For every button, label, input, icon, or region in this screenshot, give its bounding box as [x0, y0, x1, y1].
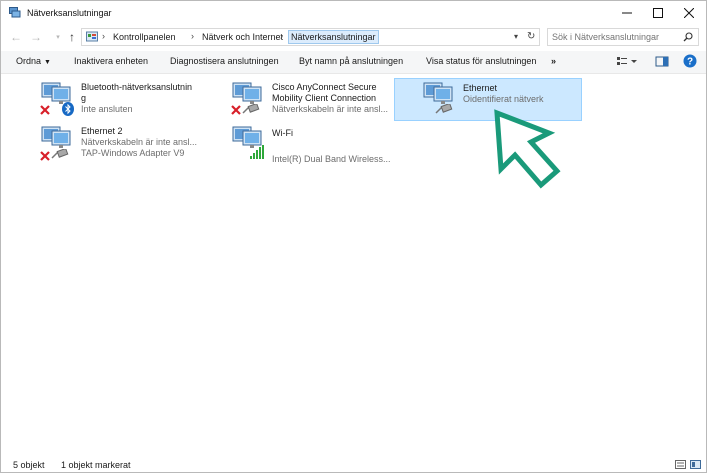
connection-bluetooth[interactable]: Bluetooth-nätverksanslutnin g Inte anslu…: [38, 81, 208, 121]
svg-text:?: ?: [687, 57, 693, 68]
maximize-button[interactable]: [642, 1, 673, 25]
address-bar[interactable]: › Kontrollpanelen › Nätverk och Internet…: [81, 28, 540, 46]
diagnose-connection-button[interactable]: Diagnostisera anslutningen: [170, 56, 279, 66]
connection-device: TAP-Windows Adapter V9: [81, 148, 185, 158]
large-icons-view-icon[interactable]: [690, 460, 701, 469]
breadcrumb-separator: ›: [280, 31, 283, 41]
up-button[interactable]: ↑: [65, 30, 79, 44]
search-icon: [683, 32, 693, 42]
arrow-right-icon: →: [30, 30, 42, 44]
back-button[interactable]: ←: [9, 30, 23, 44]
recent-locations-button[interactable]: ▾: [51, 30, 65, 44]
search-box[interactable]: [547, 28, 699, 46]
connection-status: Nätverkskabeln är inte ansl...: [81, 137, 198, 147]
connection-name: Bluetooth-nätverksanslutnin: [81, 82, 193, 92]
search-input[interactable]: [552, 30, 680, 44]
breadcrumb-control-panel[interactable]: Kontrollpanelen: [113, 32, 176, 42]
disable-device-button[interactable]: Inaktivera enheten: [74, 56, 148, 66]
arrow-left-icon: ←: [10, 30, 22, 44]
network-connections-app-icon: [9, 7, 21, 18]
connection-name: Wi-Fi: [272, 128, 293, 138]
connection-name: Cisco AnyConnect Secure: [272, 82, 377, 92]
more-commands-button[interactable]: »: [551, 56, 556, 66]
maximize-icon: [652, 8, 663, 18]
disconnected-x-icon: [231, 105, 241, 115]
navigation-row: ← → ▾ ↑ › Kontrollpanelen › Nätverk och …: [1, 25, 706, 49]
chevron-down-icon: ▾: [56, 34, 60, 41]
command-bar: Ordna ▼ Inaktivera enheten Diagnostisera …: [1, 51, 706, 74]
connection-status: Inte ansluten: [81, 104, 133, 114]
pointer-arrow-icon: [494, 109, 561, 189]
item-count: 5 objekt: [13, 460, 45, 470]
address-dropdown-icon[interactable]: ▾: [514, 32, 518, 41]
connection-name: Ethernet 2: [81, 126, 123, 136]
cable-icon: [51, 149, 69, 159]
refresh-icon[interactable]: ↻: [527, 31, 535, 42]
rename-connection-button[interactable]: Byt namn på anslutningen: [299, 56, 403, 66]
connection-status: Oidentifierat nätverk: [463, 94, 544, 104]
connection-name: Ethernet: [463, 83, 498, 93]
selected-count: 1 objekt markerat: [61, 460, 131, 470]
explorer-window: Nätverksanslutningar ← → ▾ ↑ › Kontrollp…: [0, 0, 707, 473]
organize-menu-button[interactable]: Ordna ▼: [16, 56, 51, 66]
connection-name-continued: g: [81, 93, 87, 103]
preview-pane-icon[interactable]: [655, 54, 669, 68]
change-view-icon[interactable]: [616, 54, 638, 68]
close-icon: [683, 8, 694, 18]
caret-down-icon: ▼: [44, 59, 51, 66]
close-button[interactable]: [673, 1, 704, 25]
breadcrumb-network-internet[interactable]: Nätverk och Internet: [202, 32, 283, 42]
arrow-up-icon: ↑: [69, 30, 75, 44]
connection-status: Nätverkskabeln är inte ansl...: [272, 104, 389, 114]
cable-icon: [242, 104, 260, 114]
status-bar: 5 objekt 1 objekt markerat: [1, 457, 706, 472]
window-title: Nätverksanslutningar: [27, 8, 112, 18]
details-view-icon[interactable]: [675, 460, 686, 469]
connection-wifi[interactable]: Wi-Fi Intel(R) Dual Band Wireless...: [229, 125, 391, 165]
connection-ethernet-2[interactable]: Ethernet 2 Nätverkskabeln är inte ansl..…: [38, 125, 208, 165]
signal-bars-icon: [250, 145, 264, 159]
minimize-icon: [621, 12, 632, 14]
connection-device: Intel(R) Dual Band Wireless...: [272, 154, 391, 164]
organize-label: Ordna: [16, 56, 42, 66]
help-icon[interactable]: ?: [683, 54, 697, 68]
connection-name-continued: Mobility Client Connection: [272, 93, 377, 103]
disconnected-x-icon: [40, 151, 50, 161]
breadcrumb-separator: ›: [191, 31, 194, 41]
minimize-button[interactable]: [611, 1, 642, 25]
breadcrumb-network-connections[interactable]: Nätverksanslutningar: [288, 30, 379, 44]
connection-cisco-anyconnect[interactable]: Cisco AnyConnect Secure Mobility Client …: [229, 81, 389, 121]
disconnected-x-icon: [40, 105, 50, 115]
control-panel-icon: [86, 31, 98, 42]
forward-button[interactable]: →: [29, 30, 43, 44]
bluetooth-icon: [62, 102, 74, 116]
view-status-button[interactable]: Visa status för anslutningen: [426, 56, 536, 66]
cable-icon: [435, 104, 453, 114]
breadcrumb-separator: ›: [102, 31, 105, 41]
title-bar: Nätverksanslutningar: [1, 1, 706, 25]
